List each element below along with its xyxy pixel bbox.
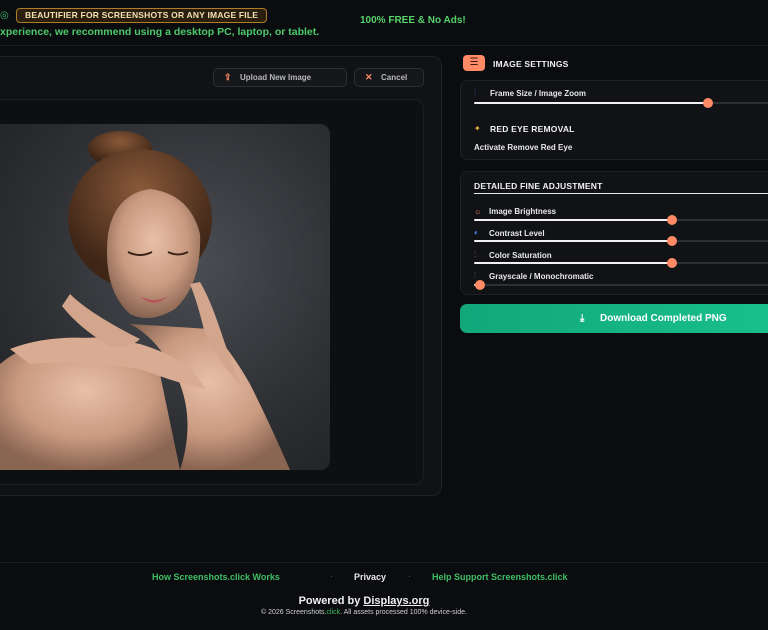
free-notice: 100% FREE & No Ads! [360,15,466,26]
copyright: © 2026 Screenshots.click. All assets pro… [0,609,728,616]
sun-icon: ☼ [474,207,482,216]
magic-wand-icon: ✦ [474,124,481,133]
powered-by-prefix: Powered by [298,595,364,607]
activate-red-eye-toggle[interactable]: Activate Remove Red Eye [474,143,572,152]
contrast-label: Contrast Level [489,229,545,238]
saturation-knob[interactable] [667,258,677,268]
fine-adjustment-divider [474,193,768,194]
saturation-label: Color Saturation [489,251,552,260]
contrast-slider[interactable] [474,236,768,246]
grayscale-knob[interactable] [475,280,485,290]
red-eye-title: RED EYE REMOVAL [490,124,575,134]
grayscale-label: Grayscale / Monochromatic [489,272,594,281]
eye-icon: ◎ [0,10,9,21]
settings-sliders-icon: ☰ [463,55,485,71]
page: ◎ BEAUTIFIER FOR SCREENSHOTS OR ANY IMAG… [0,0,768,630]
download-icon: ⤓ [580,313,585,324]
download-button-label: Download Completed PNG [600,313,727,324]
upload-icon: ⇪ [224,72,232,82]
cancel-button[interactable]: ✕ Cancel [354,68,424,87]
cancel-button-label: Cancel [381,73,408,82]
frame-size-slider[interactable] [474,98,768,108]
preview-image [0,124,330,470]
product-badge: BEAUTIFIER FOR SCREENSHOTS OR ANY IMAGE … [16,8,268,23]
copyright-prefix: © 2026 Screenshots. [261,609,327,616]
grayscale-slider[interactable] [474,280,768,290]
brightness-label: Image Brightness [489,207,557,216]
powered-by: Powered by Displays.org [0,595,728,607]
frame-size-knob[interactable] [703,98,713,108]
brightness-fill [474,219,672,221]
footer-link-privacy[interactable]: Privacy [354,572,386,582]
saturation-fill [474,262,672,264]
brightness-knob[interactable] [667,215,677,225]
displays-org-link[interactable]: Displays.org [363,595,429,607]
zoom-icon: ⫶ [474,88,476,97]
footer-separator: · [408,571,411,581]
contrast-icon: ◐ [474,228,479,237]
brightness-slider[interactable] [474,215,768,225]
fine-adjustment-title: DETAILED FINE ADJUSTMENT [474,181,603,191]
footer-link-help-support[interactable]: Help Support Screenshots.click [432,572,568,582]
frame-size-fill [474,102,708,104]
copyright-suffix: . All assets processed 100% device-side. [340,609,467,616]
device-recommendation: xperience, we recommend using a desktop … [0,26,320,38]
top-bar: ◎ BEAUTIFIER FOR SCREENSHOTS OR ANY IMAG… [0,0,768,46]
palette-icon: ⫶ [474,250,476,259]
close-icon: ✕ [365,72,373,82]
saturation-slider[interactable] [474,258,768,268]
contrast-knob[interactable] [667,236,677,246]
contrast-fill [474,240,672,242]
upload-new-image-button[interactable]: ⇪ Upload New Image [213,68,347,87]
footer-separator: · [330,571,333,581]
copyright-accent: click [326,609,341,616]
mono-icon: ⫶ [474,271,476,280]
download-png-button[interactable]: ⤓ Download Completed PNG [460,304,768,333]
footer-link-how-it-works[interactable]: How Screenshots.click Works [152,572,280,582]
frame-size-label: Frame Size / Image Zoom [490,89,587,98]
image-settings-title: IMAGE SETTINGS [493,59,569,69]
upload-button-label: Upload New Image [240,73,312,82]
footer-divider [0,562,768,563]
